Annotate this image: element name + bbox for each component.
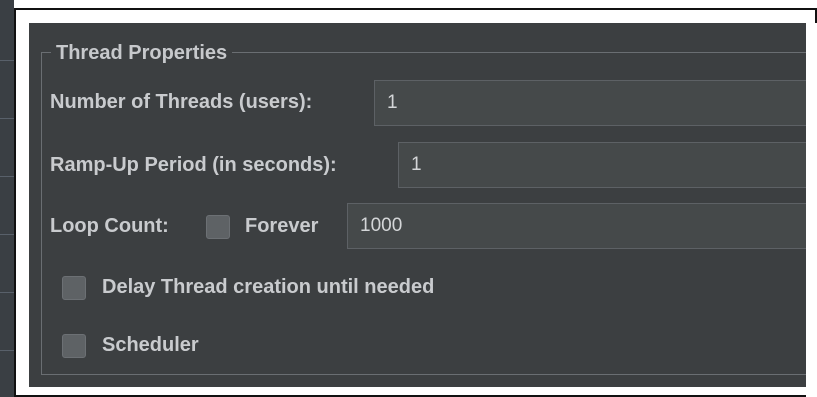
forever-checkbox[interactable] <box>206 215 230 239</box>
sidebar-divider <box>0 234 14 235</box>
screenshot-edge <box>806 23 817 397</box>
ramp-up-label: Ramp-Up Period (in seconds): <box>50 154 337 176</box>
sidebar-divider <box>0 176 14 177</box>
ramp-up-input[interactable] <box>398 142 806 188</box>
sidebar-divider <box>0 60 14 61</box>
num-threads-label: Number of Threads (users): <box>50 91 313 113</box>
loop-count-label: Loop Count: <box>50 215 169 237</box>
delay-thread-creation-label: Delay Thread creation until needed <box>102 276 435 298</box>
sidebar-divider <box>0 118 14 119</box>
sidebar-divider <box>0 350 14 351</box>
delay-thread-creation-checkbox[interactable] <box>62 276 86 300</box>
num-threads-input[interactable] <box>374 80 806 126</box>
forever-label: Forever <box>245 215 319 237</box>
thread-properties-title: Thread Properties <box>51 40 233 66</box>
scheduler-label: Scheduler <box>102 334 199 356</box>
loop-count-input[interactable] <box>347 203 806 249</box>
sidebar-divider <box>0 292 14 293</box>
scheduler-checkbox[interactable] <box>62 334 86 358</box>
left-sidebar-strip <box>0 0 14 397</box>
